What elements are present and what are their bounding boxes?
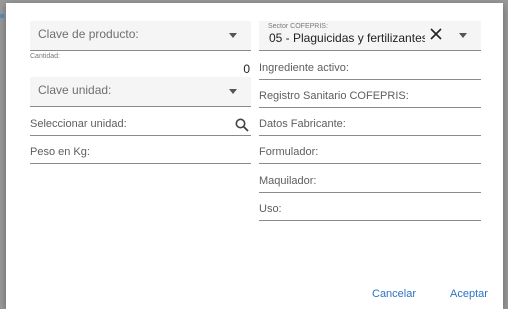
sector-cofepris-select[interactable]: Sector COFEPRIS: 05 - Plaguicidas y fert…: [259, 21, 481, 51]
clave-producto-label: Clave de producto:: [38, 27, 139, 41]
uso-label: Uso:: [259, 203, 282, 215]
registro-label: Registro Sanitario COFEPRIS:: [259, 90, 409, 102]
seleccionar-unidad-input[interactable]: Seleccionar unidad:: [30, 118, 251, 136]
accept-button[interactable]: Aceptar: [450, 288, 488, 300]
cantidad-label: Cantidad:: [30, 53, 60, 60]
search-icon[interactable]: [235, 118, 249, 132]
cancel-button[interactable]: Cancelar: [372, 288, 416, 300]
fabricante-input[interactable]: Datos Fabricante:: [259, 118, 481, 136]
peso-input[interactable]: Peso en Kg:: [30, 146, 251, 164]
registro-input[interactable]: Registro Sanitario COFEPRIS:: [259, 90, 481, 108]
clave-producto-select[interactable]: Clave de producto:: [30, 21, 251, 51]
sector-value: 05 - Plaguicidas y fertilizantes: [269, 31, 425, 45]
sector-label: Sector COFEPRIS:: [268, 23, 328, 30]
formulador-label: Formulador:: [259, 146, 319, 158]
maquilador-input[interactable]: Maquilador:: [259, 175, 481, 193]
clave-unidad-select[interactable]: Clave unidad:: [30, 77, 251, 107]
close-icon[interactable]: [429, 27, 443, 41]
ingrediente-input[interactable]: Ingrediente activo:: [259, 62, 481, 80]
seleccionar-unidad-label: Seleccionar unidad:: [30, 118, 127, 130]
formulador-input[interactable]: Formulador:: [259, 146, 481, 164]
maquilador-label: Maquilador:: [259, 175, 317, 187]
chevron-down-icon[interactable]: [229, 33, 237, 38]
fabricante-label: Datos Fabricante:: [259, 118, 346, 130]
peso-label: Peso en Kg:: [30, 146, 90, 158]
cantidad-value: 0: [243, 62, 250, 76]
chevron-down-icon[interactable]: [459, 33, 467, 38]
clave-unidad-label: Clave unidad:: [38, 83, 112, 97]
uso-input[interactable]: Uso:: [259, 203, 481, 221]
chevron-down-icon[interactable]: [229, 89, 237, 94]
ingrediente-label: Ingrediente activo:: [259, 62, 349, 74]
product-dialog: Clave de producto: Cantidad: 0 Clave uni…: [6, 3, 503, 309]
backdrop-marker: [0, 14, 4, 18]
